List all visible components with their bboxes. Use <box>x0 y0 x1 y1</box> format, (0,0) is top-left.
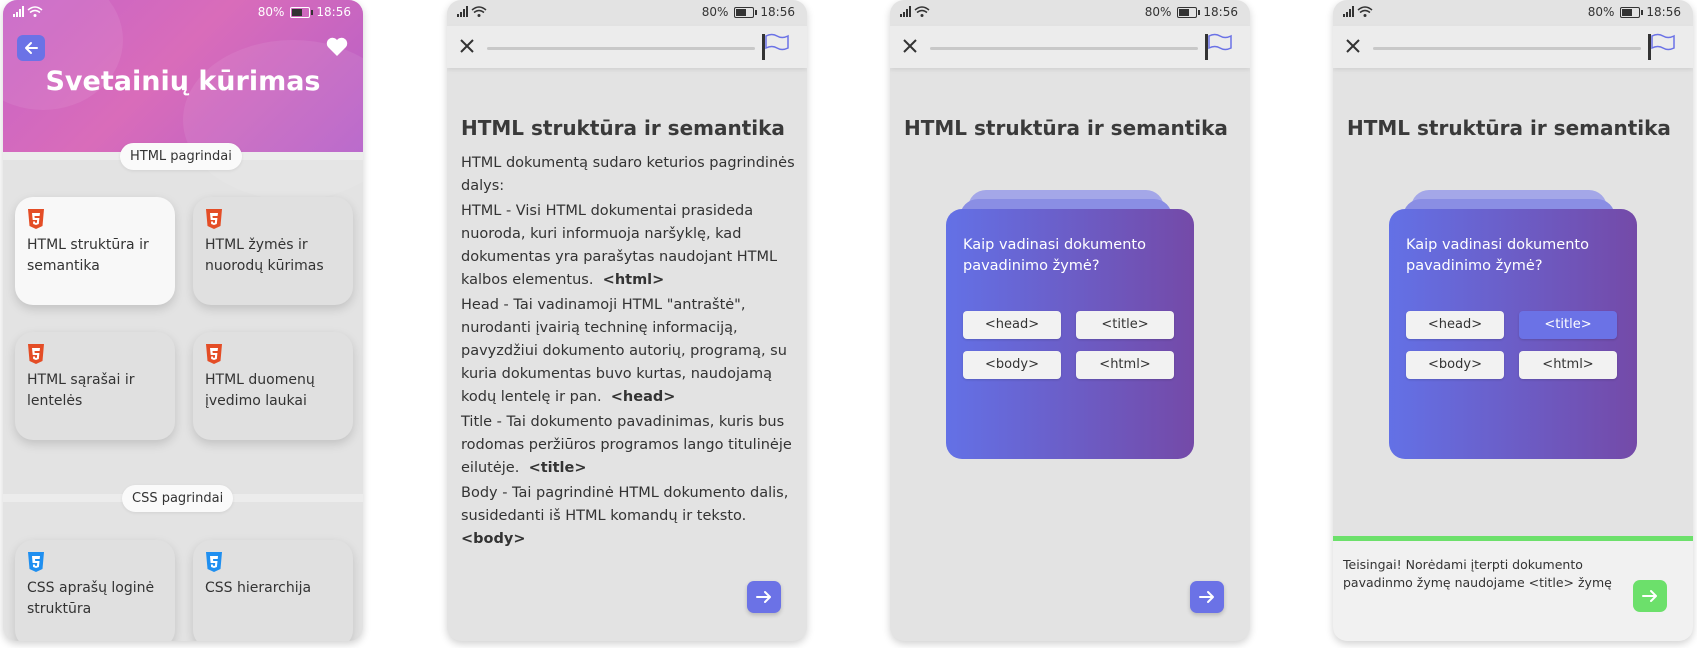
lesson-card-html-structure[interactable]: HTML struktūra ir semantika <box>15 197 175 305</box>
lesson-title: HTML struktūra ir semantika <box>1347 116 1671 140</box>
battery-icon <box>290 6 314 18</box>
signal-wifi-icon <box>1343 4 1375 21</box>
lesson-card-html-lists[interactable]: HTML sąrašai ir lentelės <box>15 332 175 440</box>
quiz-question: Kaip vadinasi dokumento pavadinimo žymė? <box>963 237 1146 274</box>
arrow-right-icon <box>756 591 771 603</box>
css3-icon <box>27 552 45 576</box>
lesson-card-label: HTML žymės ir nuorodų kūrimas <box>205 237 324 274</box>
html5-icon <box>27 209 45 233</box>
close-button[interactable] <box>1344 37 1362 59</box>
quiz-screen: 80% 18:56 HTML struktūra ir semantika Ka… <box>890 0 1250 641</box>
battery-percent: 80% <box>701 5 729 19</box>
lesson-part-body: Body - Tai pagrindinė HTML dokumento dal… <box>461 485 789 547</box>
quiz-option-title[interactable]: <title> <box>1076 311 1174 339</box>
progress-bar <box>930 47 1198 50</box>
status-bar: 80% 18:56 <box>447 0 807 24</box>
lesson-content: HTML dokumentą sudaro keturios pagrindin… <box>461 152 796 553</box>
lesson-card-label: HTML sąrašai ir lentelės <box>27 372 135 409</box>
section-title-css: CSS pagrindai <box>122 485 234 512</box>
lesson-card-label: CSS aprašų loginė struktūra <box>27 580 155 617</box>
lesson-part-title: Title - Tai dokumento pavadinimas, kuris… <box>461 414 792 476</box>
success-bar <box>1333 536 1693 541</box>
lesson-toolbar <box>1333 26 1693 68</box>
status-bar: 80% 18:56 <box>890 0 1250 24</box>
arrow-left-icon <box>25 42 38 54</box>
quiz-option-head[interactable]: <head> <box>1406 311 1504 339</box>
tag-code: <body> <box>461 531 526 547</box>
battery-percent: 80% <box>1144 5 1172 19</box>
lesson-toolbar <box>890 26 1250 68</box>
html5-icon <box>205 209 223 233</box>
signal-wifi-icon <box>13 4 45 21</box>
css3-icon <box>205 552 223 576</box>
lesson-card-html-inputs[interactable]: HTML duomenų įvedimo laukai <box>193 332 353 440</box>
flag-icon <box>761 33 791 65</box>
battery-icon <box>734 6 758 18</box>
tag-code: <head> <box>610 389 676 405</box>
close-button[interactable] <box>901 37 919 59</box>
course-screen: 80% 18:56 Svetainių kūrimas HTML pagrind… <box>3 0 363 641</box>
next-button[interactable] <box>1190 581 1224 613</box>
feedback-message: Teisingai! Norėdami įterpti dokumento pa… <box>1343 557 1612 590</box>
quiz-question: Kaip vadinasi dokumento pavadinimo žymė? <box>1406 237 1589 274</box>
battery-icon <box>1620 6 1644 18</box>
lesson-card-label: HTML struktūra ir semantika <box>27 237 149 274</box>
quiz-card: Kaip vadinasi dokumento pavadinimo žymė?… <box>946 209 1194 459</box>
quiz-option-html[interactable]: <html> <box>1076 351 1174 379</box>
battery-icon <box>1177 6 1201 18</box>
html5-icon <box>27 344 45 368</box>
lesson-part-html: HTML - Visi HTML dokumentai prasideda nu… <box>461 203 778 288</box>
quiz-option-body[interactable]: <body> <box>963 351 1061 379</box>
feedback-panel: Teisingai! Norėdami įterpti dokumento pa… <box>1333 536 1693 641</box>
lesson-part-head: Head - Tai vadinamoji HTML "antraštė", n… <box>461 297 787 405</box>
course-title: Svetainių kūrimas <box>45 66 321 97</box>
close-icon <box>1346 39 1360 53</box>
battery-percent: 80% <box>1587 5 1615 19</box>
lesson-card-label: CSS hierarchija <box>205 580 312 596</box>
section-title-html: HTML pagrindai <box>120 143 242 170</box>
arrow-right-icon <box>1199 591 1214 603</box>
next-button[interactable] <box>747 581 781 613</box>
quiz-card: Kaip vadinasi dokumento pavadinimo žymė?… <box>1389 209 1637 459</box>
signal-wifi-icon <box>457 4 489 21</box>
quiz-option-title-selected[interactable]: <title> <box>1519 311 1617 339</box>
continue-button[interactable] <box>1633 580 1667 612</box>
signal-wifi-icon <box>900 4 932 21</box>
lesson-card-label: HTML duomenų įvedimo laukai <box>205 372 315 409</box>
clock: 18:56 <box>760 5 795 19</box>
lesson-card-html-tags[interactable]: HTML žymės ir nuorodų kūrimas <box>193 197 353 305</box>
tag-code: <title> <box>528 460 587 476</box>
progress-bar <box>487 47 755 50</box>
quiz-result-screen: 80% 18:56 HTML struktūra ir semantika Ka… <box>1333 0 1693 641</box>
clock: 18:56 <box>1203 5 1238 19</box>
status-bar: 80% 18:56 <box>3 0 363 24</box>
close-button[interactable] <box>458 37 476 59</box>
lesson-screen: 80% 18:56 HTML struktūra ir semantika HT… <box>447 0 807 641</box>
close-icon <box>903 39 917 53</box>
clock: 18:56 <box>316 5 351 19</box>
favorite-button[interactable] <box>325 36 349 62</box>
tag-code: <html> <box>602 272 665 288</box>
heart-icon <box>326 37 348 56</box>
clock: 18:56 <box>1646 5 1681 19</box>
battery-percent: 80% <box>257 5 285 19</box>
progress-bar <box>1373 47 1641 50</box>
lesson-toolbar <box>447 26 807 68</box>
lesson-card-css-structure[interactable]: CSS aprašų loginė struktūra <box>15 540 175 641</box>
quiz-option-html[interactable]: <html> <box>1519 351 1617 379</box>
lesson-intro: HTML dokumentą sudaro keturios pagrindin… <box>461 155 795 194</box>
quiz-option-head[interactable]: <head> <box>963 311 1061 339</box>
lesson-card-css-hierarchy[interactable]: CSS hierarchija <box>193 540 353 641</box>
close-icon <box>460 39 474 53</box>
html5-icon <box>205 344 223 368</box>
flag-icon <box>1204 33 1234 65</box>
back-button[interactable] <box>17 35 45 61</box>
status-bar: 80% 18:56 <box>1333 0 1693 24</box>
quiz-option-body[interactable]: <body> <box>1406 351 1504 379</box>
lesson-title: HTML struktūra ir semantika <box>461 116 785 140</box>
arrow-right-icon <box>1642 590 1657 602</box>
lesson-title: HTML struktūra ir semantika <box>904 116 1228 140</box>
flag-icon <box>1647 33 1677 65</box>
